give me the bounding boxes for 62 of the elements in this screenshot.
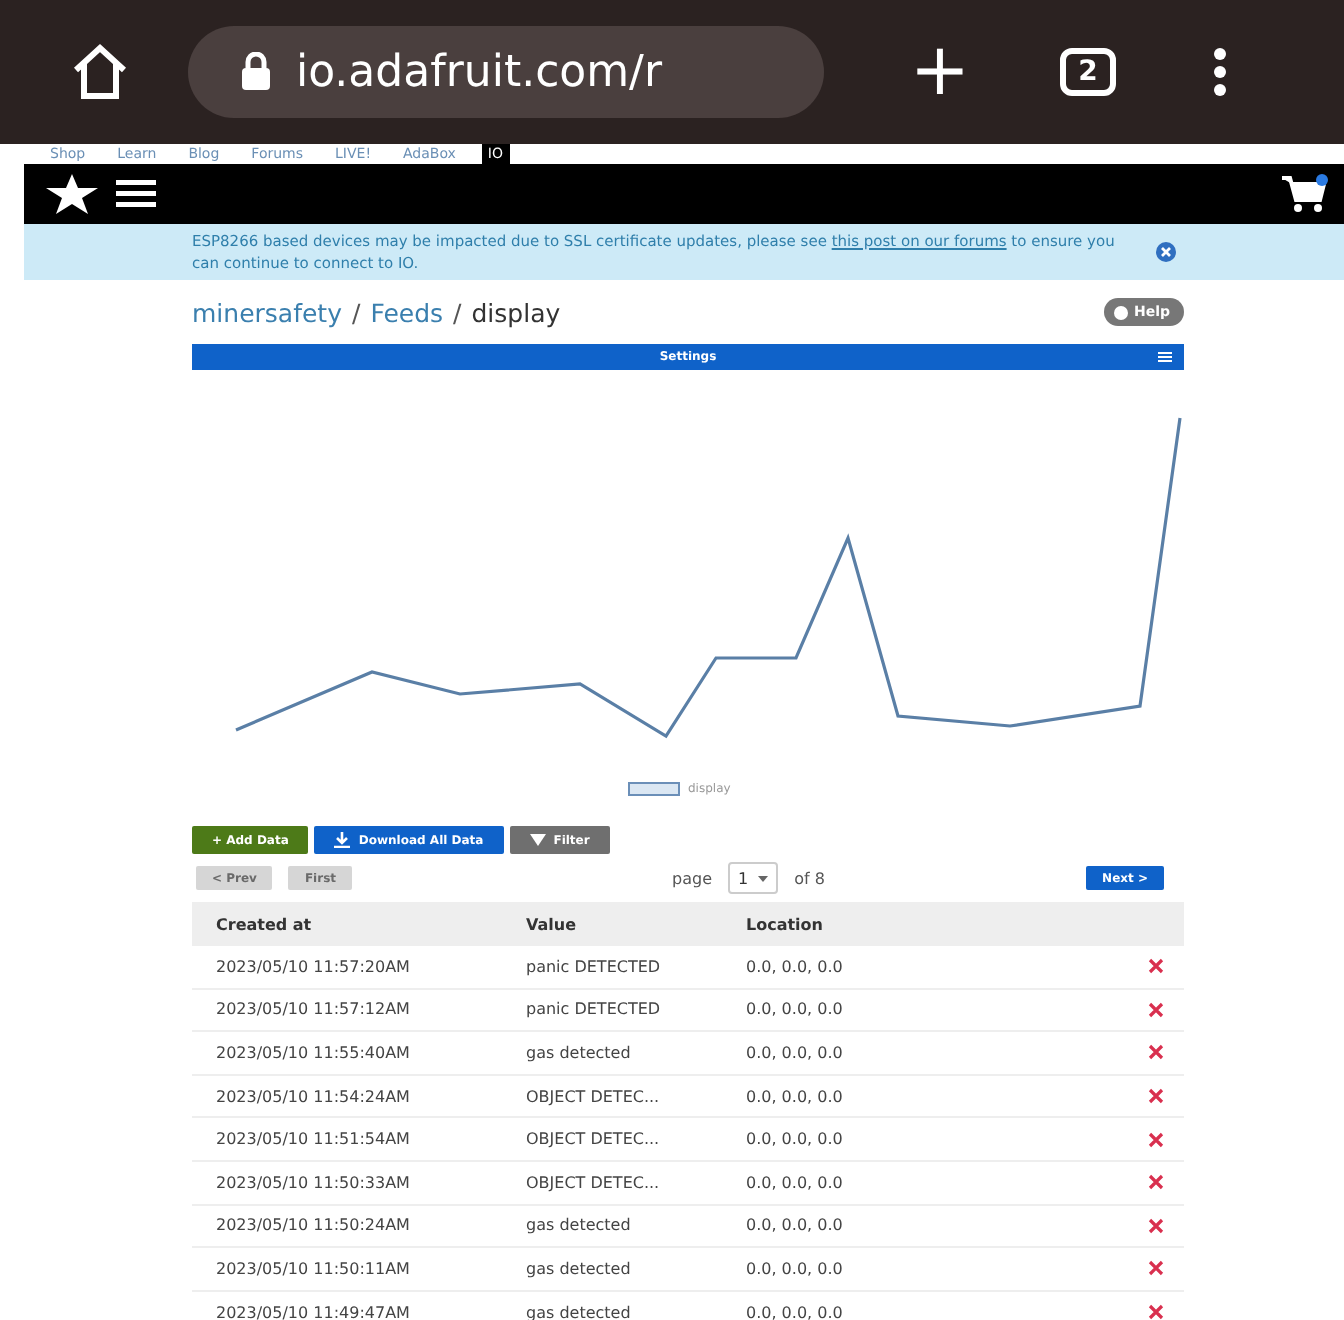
table-cell-text: gas detected: [526, 1259, 633, 1278]
help-icon: [1113, 305, 1128, 319]
table-cell-text: 0.0, 0.0, 0.0: [746, 1259, 845, 1278]
table-cell-text: panic DETECTED: [526, 957, 663, 976]
delete-icon[interactable]: [1148, 1001, 1164, 1018]
table-cell-text: 0.0, 0.0, 0.0: [746, 1000, 845, 1019]
delete-icon[interactable]: [1148, 958, 1164, 975]
table-cell-text: gas detected: [526, 1216, 633, 1235]
breadcrumb-item[interactable]: Feeds: [370, 297, 444, 327]
table-cell-text: 2023/05/10 11:51:54AM: [214, 1130, 412, 1149]
table-cell-text: OBJECT DETEC...: [526, 1087, 662, 1106]
breadcrumb-item[interactable]: minersafety: [192, 297, 342, 327]
tab-count-button[interactable]: 2: [1060, 48, 1116, 96]
table-cell-text: 2023/05/10 11:50:11AM: [214, 1259, 412, 1278]
close-icon[interactable]: [1156, 242, 1176, 262]
page-label: page: [672, 869, 712, 887]
table-cell-text: 0.0, 0.0, 0.0: [746, 957, 845, 976]
table-cell-text: OBJECT DETEC...: [526, 1173, 662, 1192]
filter-icon: [529, 834, 546, 846]
table-cell-text: 0.0, 0.0, 0.0: [746, 1130, 845, 1149]
delete-icon[interactable]: [1148, 1217, 1164, 1234]
url-bar[interactable]: io.adafruit.com/r: [188, 26, 824, 118]
breadcrumb-separator: /: [351, 297, 361, 327]
table-cell-text: 2023/05/10 11:55:40AM: [214, 1043, 412, 1062]
column-header: Value: [526, 915, 579, 933]
table-cell-text: 0.0, 0.0, 0.0: [746, 1087, 845, 1106]
table-cell-text: 0.0, 0.0, 0.0: [746, 1173, 845, 1192]
table-cell-text: 2023/05/10 11:50:33AM: [214, 1173, 412, 1192]
table-cell-text: 0.0, 0.0, 0.0: [746, 1043, 845, 1062]
legend-swatch: [628, 782, 680, 796]
breadcrumb-separator: /: [453, 297, 462, 327]
menu-icon[interactable]: [1212, 46, 1228, 98]
delete-icon[interactable]: [1148, 1174, 1164, 1191]
table-cell-text: 2023/05/10 11:50:24AM: [214, 1216, 412, 1235]
star-logo-icon[interactable]: [44, 172, 100, 216]
page-count: of 8: [794, 869, 825, 887]
table-cell-text: OBJECT DETEC...: [526, 1130, 662, 1149]
new-tab-button[interactable]: +: [900, 36, 980, 108]
table-cell-text: 2023/05/10 11:49:47AM: [214, 1303, 412, 1320]
table-cell-text: 0.0, 0.0, 0.0: [746, 1303, 845, 1320]
table-cell-text: gas detected: [526, 1303, 633, 1320]
breadcrumb-item: display: [471, 297, 561, 327]
table-cell-text: 0.0, 0.0, 0.0: [746, 1216, 845, 1235]
delete-icon[interactable]: [1148, 1044, 1164, 1061]
table-cell-text: 2023/05/10 11:57:12AM: [214, 1000, 412, 1019]
delete-icon[interactable]: [1148, 1304, 1164, 1320]
table-cell-text: panic DETECTED: [526, 1000, 663, 1019]
menu-icon[interactable]: [116, 180, 156, 208]
delete-icon[interactable]: [1148, 1088, 1164, 1105]
home-icon[interactable]: [68, 42, 132, 102]
table-cell-text: gas detected: [526, 1043, 633, 1062]
caret-icon: [758, 875, 769, 881]
table-cell-text: 2023/05/10 11:57:20AM: [214, 957, 412, 976]
table-cell-text: 2023/05/10 11:54:24AM: [214, 1087, 412, 1106]
cart-icon[interactable]: [1280, 174, 1328, 214]
column-header: Location: [746, 915, 825, 933]
delete-icon[interactable]: [1148, 1260, 1164, 1277]
column-header: Created at: [214, 915, 314, 933]
delete-icon[interactable]: [1148, 1131, 1164, 1148]
download-icon: [334, 832, 351, 848]
lock-icon: [240, 52, 272, 92]
page-select[interactable]: 1: [728, 862, 779, 894]
